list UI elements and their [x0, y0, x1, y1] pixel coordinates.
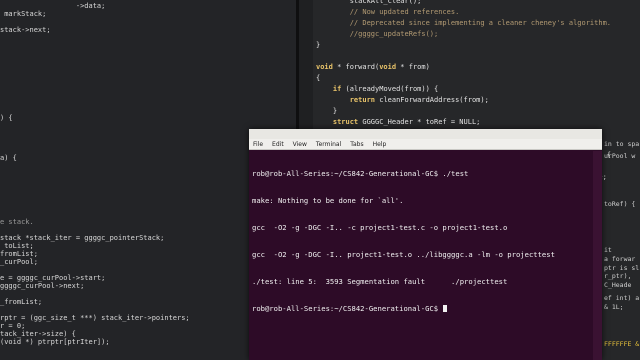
menu-terminal[interactable]: Terminal — [316, 141, 341, 148]
terminal-line: ./test: line 5: 3593 Segmentation fault … — [252, 277, 508, 286]
code-fragment: r_ptr), — [604, 272, 632, 280]
terminal-window[interactable]: File Edit View Terminal Tabs Help rob@ro… — [249, 129, 602, 360]
terminal-line: rob@rob-All-Series:~/CS842-Generational-… — [252, 169, 469, 178]
code-line: stack *stack_iter = ggggc_pointerStack; — [0, 234, 165, 242]
terminal-line: gcc -O2 -g -DGC -I.. -c project1-test.c … — [252, 223, 508, 232]
terminal-prompt: rob@rob-All-Series:~/CS842-Generational-… — [252, 304, 443, 313]
code-line: // Deprecated since implementing a clean… — [316, 19, 612, 27]
menu-file[interactable]: File — [253, 141, 263, 148]
menu-view[interactable]: View — [293, 141, 307, 148]
code-line: toList; — [0, 242, 34, 250]
code-fragment: a forwar — [604, 255, 636, 263]
code-line: ) { — [0, 114, 13, 122]
code-line: stackAll_clear(); — [316, 0, 422, 5]
code-fragment: ef int) a — [604, 294, 640, 302]
code-line: _fromList; — [0, 298, 43, 306]
code-fragment: it — [604, 246, 612, 254]
menu-tabs[interactable]: Tabs — [350, 141, 363, 148]
code-line: ->data; — [0, 2, 106, 10]
terminal-prompt-line[interactable]: rob@rob-All-Series:~/CS842-Generational-… — [252, 304, 592, 313]
code-fragment: FFFFFFE & — [604, 340, 640, 348]
terminal-output[interactable]: rob@rob-All-Series:~/CS842-Generational-… — [252, 151, 592, 360]
code-line: return cleanForwardAddress(from); — [349, 96, 489, 104]
code-line: e = ggggc_curPool->start; — [0, 274, 106, 282]
code-line: (void *) ptrptr[ptrIter]); — [0, 338, 110, 346]
code-line: void * forward(void * from) — [316, 63, 430, 71]
code-line: { — [316, 74, 321, 82]
code-line: } — [316, 107, 338, 115]
code-line: tack_iter->size) { — [0, 330, 76, 338]
terminal-scrollbar[interactable] — [593, 151, 602, 360]
code-fragment: in to spa — [604, 140, 640, 148]
terminal-cursor — [443, 305, 448, 312]
code-fragment: & 1L; — [604, 303, 624, 311]
terminal-menubar: File Edit View Terminal Tabs Help — [249, 139, 602, 150]
terminal-line: gcc -O2 -g -DGC -I.. project1-test.o ../… — [252, 250, 555, 259]
code-line: r = 0; — [0, 322, 26, 330]
code-line: _curPool; — [0, 258, 38, 266]
menu-edit[interactable]: Edit — [272, 141, 284, 148]
code-line: //ggggc_updateRefs(); — [316, 30, 439, 38]
code-line: rptr = (ggc_size_t ***) stack_iter->poin… — [0, 314, 190, 322]
menu-help[interactable]: Help — [373, 141, 387, 148]
code-line: fromList; — [0, 250, 38, 258]
terminal-line: make: Nothing to be done for `all'. — [252, 196, 404, 205]
code-line: a) { — [0, 154, 17, 162]
terminal-titlebar[interactable] — [249, 129, 602, 139]
code-line: e stack. — [0, 218, 34, 226]
code-fragment: C_Heade — [604, 281, 632, 289]
code-line: stack->next; — [0, 26, 51, 34]
code-fragment: urPool w — [604, 152, 636, 160]
code-line: ggggc_curPool->next; — [0, 282, 85, 290]
code-line: struct GGGGC_Header * toRef = NULL; — [332, 118, 481, 126]
code-line: markStack; — [0, 10, 47, 18]
code-fragment: ptr is sl — [604, 264, 640, 272]
code-line: // Now updated references. — [316, 8, 460, 16]
code-line: if (alreadyMoved(from)) { — [332, 85, 439, 93]
code-line: } — [316, 41, 321, 49]
code-fragment: toRef) { — [604, 200, 636, 208]
